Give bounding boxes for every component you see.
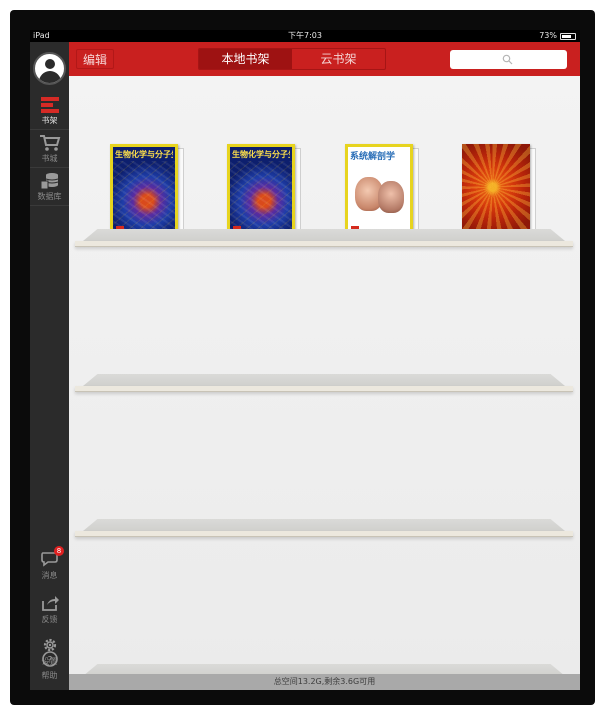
storage-status: 总空间13.2G,剩余3.6G可用 <box>69 674 580 690</box>
battery-icon <box>560 32 576 40</box>
cart-icon <box>39 135 60 151</box>
tab-local-shelf[interactable]: 本地书架 <box>199 49 292 69</box>
share-icon <box>41 596 59 611</box>
sidebar: 书架 书城 数据库 8 消息 反馈 设置 <box>30 42 69 690</box>
avatar[interactable] <box>33 52 66 85</box>
message-badge: 8 <box>54 546 64 556</box>
help-icon: ? <box>41 651 58 667</box>
sidebar-item-feedback[interactable]: 反馈 <box>30 594 69 632</box>
search-input[interactable] <box>450 50 567 69</box>
sidebar-item-label: 书架 <box>41 116 58 125</box>
database-icon <box>40 173 58 190</box>
sidebar-item-bookshelf[interactable]: 书架 <box>30 92 69 130</box>
tab-cloud-shelf[interactable]: 云书架 <box>292 49 385 69</box>
book-item[interactable]: 系统解剖学 <box>345 144 419 241</box>
sidebar-item-messages[interactable]: 8 消息 <box>30 546 69 588</box>
book-cover: 生物化学与分子生物学 <box>227 144 295 240</box>
book-item[interactable]: 生物化学与分子生物学 <box>227 144 301 241</box>
sidebar-item-label: 消息 <box>41 571 58 580</box>
sidebar-item-database[interactable]: 数据库 <box>30 168 69 206</box>
shelf-board <box>75 519 573 539</box>
search-icon <box>502 54 513 65</box>
sidebar-item-label: 数据库 <box>37 192 62 201</box>
book-title: 系统解剖学 <box>350 152 396 162</box>
book-title: 生物化学与分子生物学 <box>232 150 290 159</box>
shelf-board <box>75 374 573 394</box>
sidebar-item-label: 帮助 <box>41 671 58 680</box>
book-cover <box>462 144 530 240</box>
status-bar: iPad 下午7:03 73% <box>30 30 580 42</box>
battery-percent: 73% <box>539 31 557 40</box>
book-item[interactable] <box>462 144 536 241</box>
shelf-tabs: 本地书架 云书架 <box>198 48 386 70</box>
app-screen: iPad 下午7:03 73% 书架 书城 数据库 8 消息 反馈 设置 ? 帮… <box>30 30 580 690</box>
svg-text:?: ? <box>47 656 52 666</box>
battery-status: 73% <box>539 30 576 42</box>
sidebar-item-label: 书城 <box>41 154 58 163</box>
top-bar: 编辑 本地书架 云书架 <box>69 42 580 76</box>
bookshelf: 生物化学与分子生物学 生物化学与分子生物学 系统解剖学 <box>69 76 580 682</box>
sidebar-item-bookstore[interactable]: 书城 <box>30 130 69 168</box>
bookshelf-icon <box>40 97 59 113</box>
shelf-board <box>75 229 573 249</box>
status-time: 下午7:03 <box>288 31 322 40</box>
book-item[interactable]: 生物化学与分子生物学 <box>110 144 184 241</box>
book-title: 生物化学与分子生物学 <box>115 150 173 159</box>
sidebar-item-help[interactable]: ? 帮助 <box>30 650 69 688</box>
edit-button[interactable]: 编辑 <box>76 49 114 69</box>
sidebar-item-label: 反馈 <box>41 615 58 624</box>
book-cover: 系统解剖学 <box>345 144 413 240</box>
book-cover: 生物化学与分子生物学 <box>110 144 178 240</box>
